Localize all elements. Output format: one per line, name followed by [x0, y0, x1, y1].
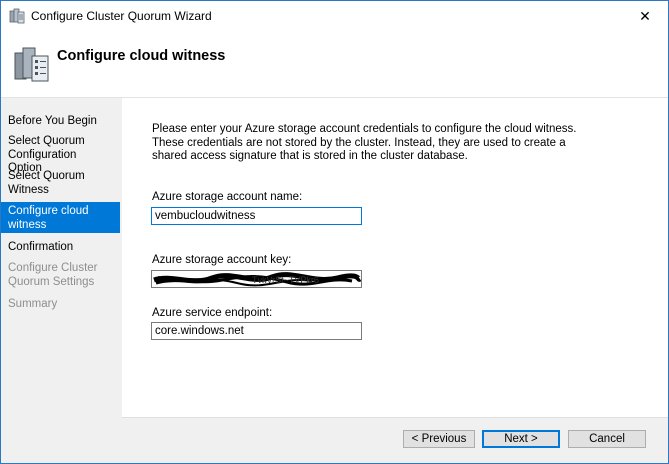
step-select-quorum-witness[interactable]: Select Quorum Witness: [1, 170, 91, 197]
intro-text: Please enter your Azure storage account …: [152, 123, 577, 162]
page-title: Configure cloud witness: [57, 48, 226, 64]
svg-text:TvkVrSt~TVPkr6: TvkVrSt~TVPkr6: [252, 275, 319, 285]
cluster-servers-icon: [14, 47, 49, 82]
content-panel: Please enter your Azure storage account …: [122, 98, 668, 417]
close-button[interactable]: ✕: [622, 1, 668, 31]
step-confirmation[interactable]: Confirmation: [1, 241, 120, 255]
window-title: Configure Cluster Quorum Wizard: [31, 9, 212, 23]
footer-divider: [122, 417, 668, 418]
close-icon: ✕: [639, 7, 651, 24]
cancel-button[interactable]: Cancel: [568, 430, 646, 448]
endpoint-input[interactable]: [151, 322, 362, 340]
next-button[interactable]: Next >: [482, 430, 560, 448]
account-key-label: Azure storage account key:: [152, 254, 292, 266]
previous-button[interactable]: < Previous: [403, 430, 475, 448]
account-key-input[interactable]: TvkVrSt~TVPkr6: [151, 270, 362, 288]
step-configure-cluster-quorum-settings: Configure Cluster Quorum Settings: [8, 262, 98, 288]
wizard-header: Configure cloud witness: [1, 31, 668, 98]
step-configure-cloud-witness[interactable]: Configure cloud witness: [1, 202, 120, 233]
cluster-app-icon: [9, 8, 25, 24]
step-configure-cloud-witness-label: Configure cloud witness: [8, 205, 89, 231]
wizard-window: Configure Cluster Quorum Wizard ✕ Config…: [0, 0, 669, 464]
step-summary: Summary: [8, 298, 58, 310]
endpoint-label: Azure service endpoint:: [152, 307, 273, 319]
wizard-content: Please enter your Azure storage account …: [122, 98, 668, 463]
redaction-scribble: TvkVrSt~TVPkr6: [153, 272, 361, 287]
step-before-you-begin[interactable]: Before You Begin: [1, 115, 120, 129]
account-name-label: Azure storage account name:: [152, 191, 303, 203]
title-bar[interactable]: Configure Cluster Quorum Wizard ✕: [1, 1, 668, 31]
account-name-input[interactable]: [151, 207, 362, 225]
wizard-steps-sidebar: Before You Begin Select Quorum Configura…: [1, 98, 122, 463]
